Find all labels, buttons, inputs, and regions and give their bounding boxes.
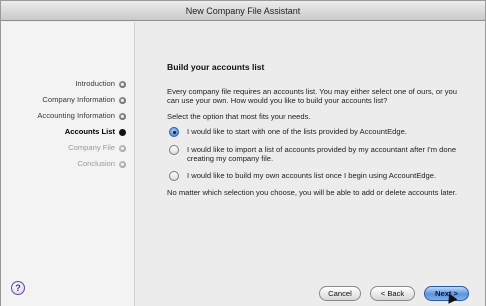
option-label: I would like to import a list of account…: [187, 144, 457, 163]
radio-icon[interactable]: [169, 171, 179, 182]
assistant-window: New Company File Assistant Introduction …: [0, 0, 486, 306]
step-label: Company Information: [42, 95, 115, 104]
step-introduction: Introduction: [37, 76, 126, 92]
step-label: Accounting Information: [37, 111, 115, 120]
window-title: New Company File Assistant: [1, 1, 485, 21]
prompt-text: Select the option that most fits your ne…: [167, 112, 311, 122]
content-body: Build your accounts list Every company f…: [167, 62, 467, 197]
radio-icon[interactable]: [169, 144, 179, 155]
note-text: No matter which selection you choose, yo…: [167, 188, 457, 198]
content-panel: Build your accounts list Every company f…: [134, 22, 485, 306]
step-label: Conclusion: [77, 159, 115, 168]
option-build-own-list[interactable]: I would like to build my own accounts li…: [167, 171, 467, 182]
step-pending-icon: [119, 160, 126, 168]
radio-selected-icon[interactable]: [169, 127, 179, 138]
step-label: Company File: [68, 143, 115, 152]
step-label: Accounts List: [64, 127, 115, 136]
step-done-icon: [119, 96, 126, 104]
cancel-button[interactable]: Cancel: [319, 286, 361, 301]
step-label: Introduction: [75, 79, 115, 88]
step-company-information: Company Information: [37, 92, 126, 108]
steps-list: Introduction Company Information Account…: [37, 76, 126, 172]
help-icon[interactable]: ?: [11, 281, 25, 295]
back-button[interactable]: < Back: [370, 286, 415, 301]
step-done-icon: [119, 80, 126, 88]
intro-text: Every company file requires an accounts …: [167, 87, 457, 106]
step-accounts-list: Accounts List: [37, 124, 126, 140]
option-label: I would like to build my own accounts li…: [187, 171, 437, 181]
option-label: I would like to start with one of the li…: [187, 127, 407, 137]
step-accounting-information: Accounting Information: [37, 108, 126, 124]
step-company-file: Company File: [37, 140, 126, 156]
step-done-icon: [119, 112, 126, 120]
option-provided-list[interactable]: I would like to start with one of the li…: [167, 127, 467, 138]
step-conclusion: Conclusion: [37, 156, 126, 172]
steps-sidebar: Introduction Company Information Account…: [1, 22, 134, 306]
option-import-list[interactable]: I would like to import a list of account…: [167, 144, 467, 163]
step-pending-icon: [119, 144, 126, 152]
step-current-icon: [119, 128, 126, 136]
accounts-option-group: I would like to start with one of the li…: [167, 127, 467, 182]
page-title: Build your accounts list: [167, 62, 265, 72]
